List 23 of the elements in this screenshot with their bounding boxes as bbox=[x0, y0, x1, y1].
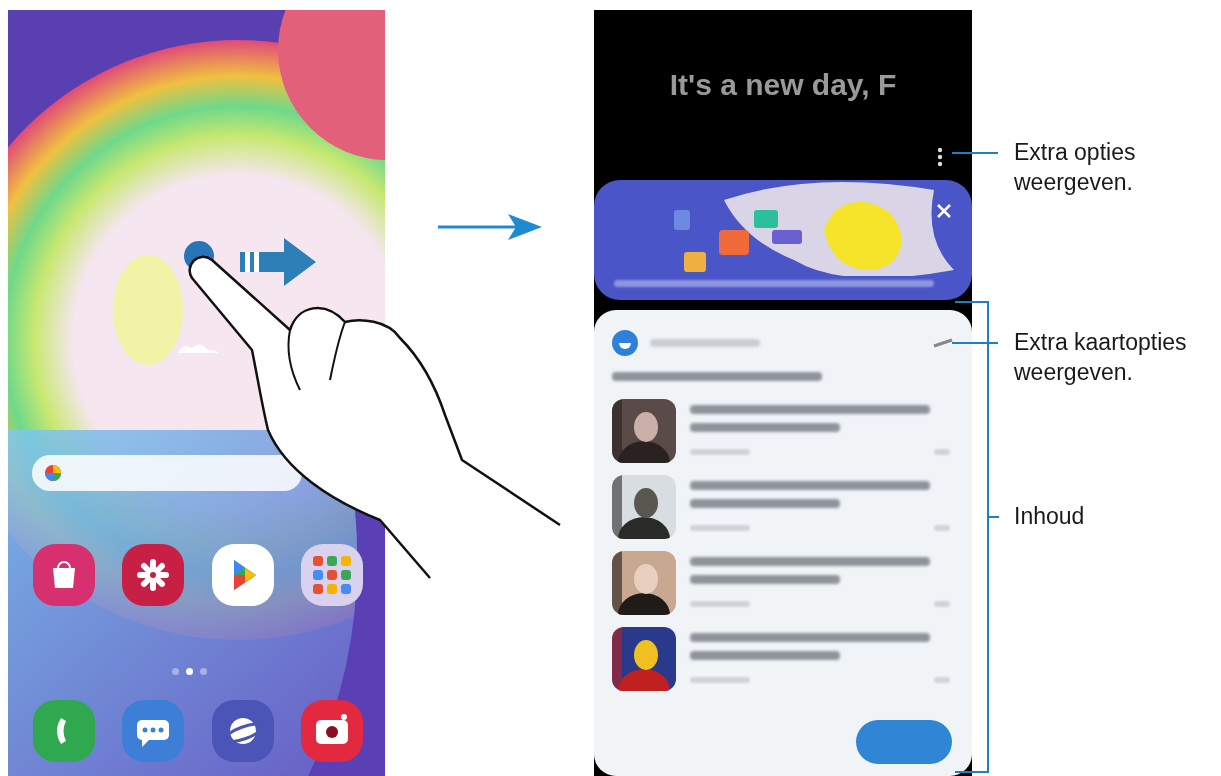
arrow-icon bbox=[438, 212, 542, 242]
blurred-text bbox=[934, 601, 950, 607]
blurred-text bbox=[934, 677, 950, 683]
smiley-logo-icon bbox=[612, 330, 638, 356]
more-options-icon[interactable] bbox=[937, 147, 943, 167]
callout-label: Inhoud bbox=[1014, 502, 1086, 531]
blurred-text bbox=[690, 601, 750, 607]
blurred-text bbox=[934, 449, 950, 455]
close-icon[interactable] bbox=[937, 204, 951, 218]
leader-line bbox=[952, 342, 998, 344]
search-bar[interactable] bbox=[32, 455, 302, 491]
blurred-text bbox=[690, 677, 750, 683]
callout-label: Extra opties weergeven. bbox=[1014, 138, 1137, 197]
swipe-right-arrow-icon bbox=[240, 238, 316, 286]
callout-label: Extra kaartopties weergeven. bbox=[1014, 328, 1188, 387]
blurred-text bbox=[690, 525, 750, 531]
greeting-text: It's a new day, F bbox=[668, 67, 898, 103]
blurred-button[interactable] bbox=[856, 720, 952, 764]
banner-card[interactable] bbox=[594, 180, 972, 300]
colorful-logo-icon bbox=[44, 464, 62, 482]
blurred-text bbox=[690, 449, 750, 455]
leader-line bbox=[952, 152, 998, 154]
blurred-text bbox=[934, 525, 950, 531]
